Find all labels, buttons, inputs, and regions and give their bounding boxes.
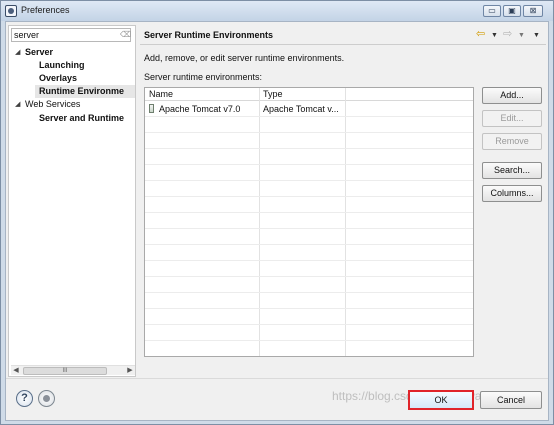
expand-arrow-icon[interactable]: ◢	[15, 98, 20, 111]
filter-text: server	[14, 30, 40, 40]
server-runtime-icon	[149, 104, 154, 113]
tree-item-label: Runtime Environme	[39, 86, 125, 96]
column-header-name[interactable]: Name	[145, 88, 259, 101]
table-row	[145, 214, 473, 229]
page-header: Server Runtime Environments ⇦ ▼ ⇨ ▼ ▼	[140, 25, 546, 45]
runtime-environments-table[interactable]: Name Type Apache Tomcat v7.0 Apache Tomc…	[144, 87, 474, 357]
tree-item-server-and-runtime[interactable]: Server and Runtime	[9, 112, 135, 125]
eclipse-icon	[5, 5, 17, 17]
page-description: Add, remove, or edit server runtime envi…	[144, 53, 345, 63]
tree-item-label: Server	[25, 47, 54, 57]
tree-item-server[interactable]: ◢ Server	[9, 46, 135, 59]
tree-item-label: Web Services	[25, 99, 81, 109]
cancel-button[interactable]: Cancel	[480, 391, 542, 409]
columns-button[interactable]: Columns...	[482, 185, 542, 202]
table-row	[145, 198, 473, 213]
scroll-right-icon[interactable]: ▶	[125, 366, 135, 376]
edit-button[interactable]: Edit...	[482, 110, 542, 127]
tree-item-label: Server and Runtime	[39, 113, 125, 123]
page-title: Server Runtime Environments	[144, 30, 274, 40]
tree-item-runtime-environments[interactable]: Runtime Environme	[35, 85, 135, 98]
runtime-name-cell: Apache Tomcat v7.0	[145, 102, 259, 117]
maximize-button[interactable]: ▣	[503, 5, 521, 17]
tree-item-label: Launching	[39, 60, 85, 70]
table-row	[145, 262, 473, 277]
back-dropdown-icon[interactable]: ▼	[491, 30, 498, 42]
clear-filter-icon[interactable]: ⌫	[120, 31, 131, 39]
forward-dropdown-icon[interactable]: ▼	[518, 30, 525, 42]
help-icon[interactable]: ?	[16, 390, 33, 407]
table-row	[145, 246, 473, 261]
runtime-name: Apache Tomcat v7.0	[159, 104, 241, 114]
title-bar[interactable]: Preferences ▭ ▣ ⊠	[1, 1, 553, 21]
tree-item-launching[interactable]: Launching	[9, 59, 135, 72]
table-row[interactable]: Apache Tomcat v7.0 Apache Tomcat v...	[145, 102, 473, 117]
forward-arrow-icon[interactable]: ⇨	[503, 28, 512, 40]
table-row	[145, 230, 473, 245]
list-label: Server runtime environments:	[144, 72, 263, 82]
runtime-type-cell: Apache Tomcat v...	[263, 104, 339, 114]
close-button[interactable]: ⊠	[523, 5, 543, 17]
dialog-body: server ⌫ ◢ Server Launching Overlays Run…	[5, 21, 549, 421]
table-row	[145, 326, 473, 341]
expand-arrow-icon[interactable]: ◢	[15, 46, 20, 59]
preferences-window: Preferences ▭ ▣ ⊠ server ⌫ ◢ Server Laun…	[0, 0, 554, 425]
view-menu-icon[interactable]: ▼	[533, 30, 540, 42]
search-button[interactable]: Search...	[482, 162, 542, 179]
back-arrow-icon[interactable]: ⇦	[476, 28, 485, 40]
preference-page: Server Runtime Environments ⇦ ▼ ⇨ ▼ ▼ Ad…	[140, 25, 546, 377]
minimize-button[interactable]: ▭	[483, 5, 501, 17]
table-row	[145, 118, 473, 133]
table-row	[145, 278, 473, 293]
scroll-thumb[interactable]: III	[23, 367, 107, 375]
filter-input[interactable]: server ⌫	[11, 28, 131, 42]
table-row	[145, 294, 473, 309]
column-header-type[interactable]: Type	[259, 88, 345, 101]
tree-item-overlays[interactable]: Overlays	[9, 72, 135, 85]
table-row	[145, 166, 473, 181]
dialog-footer: ? https://blog.csdn.net/fangwang OK Canc…	[6, 378, 548, 420]
table-row	[145, 134, 473, 149]
ok-button[interactable]: OK	[408, 390, 474, 410]
scroll-left-icon[interactable]: ◀	[11, 366, 21, 376]
remove-button[interactable]: Remove	[482, 133, 542, 150]
table-row	[145, 182, 473, 197]
tree-item-label: Overlays	[39, 73, 78, 83]
tree-item-web-services[interactable]: ◢ Web Services	[9, 98, 135, 111]
table-row	[145, 310, 473, 325]
add-button[interactable]: Add...	[482, 87, 542, 104]
tree-horizontal-scrollbar[interactable]: ◀ III ▶	[11, 365, 135, 375]
table-row	[145, 150, 473, 165]
record-macro-icon[interactable]	[38, 390, 55, 407]
window-title: Preferences	[21, 5, 70, 15]
table-header: Name Type	[145, 88, 473, 101]
preference-tree-pane: server ⌫ ◢ Server Launching Overlays Run…	[8, 25, 136, 377]
